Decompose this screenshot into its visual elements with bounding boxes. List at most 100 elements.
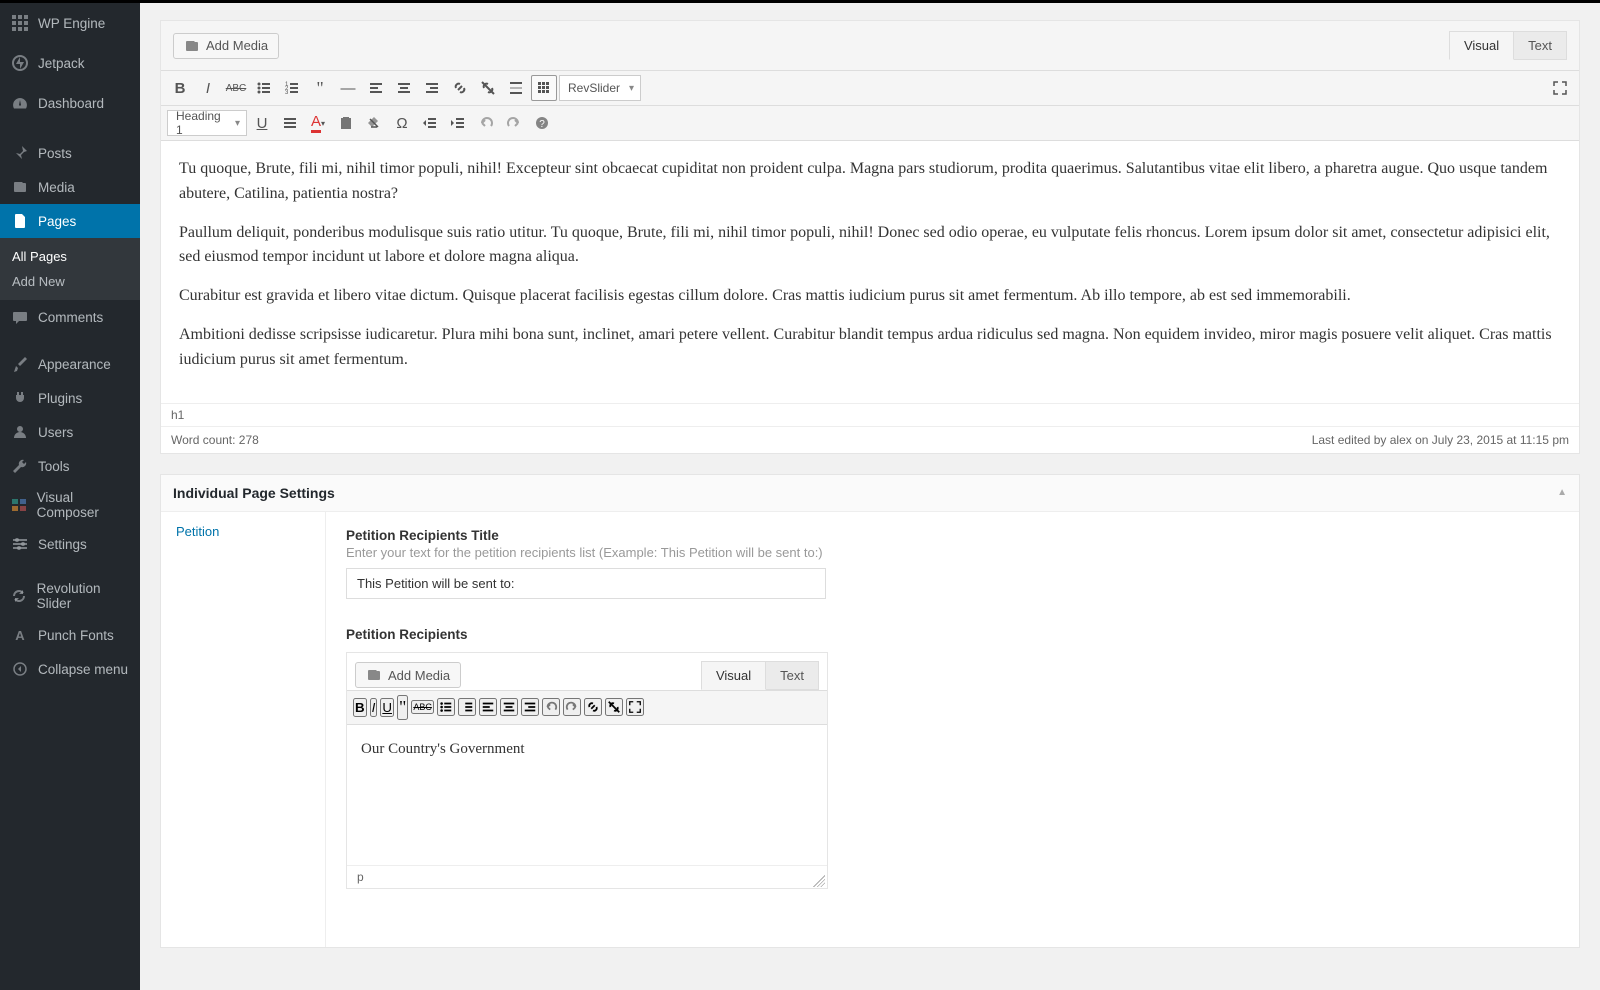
recipients-title-label: Petition Recipients Title bbox=[346, 528, 846, 543]
sidebar-label: Plugins bbox=[38, 391, 82, 406]
tab-visual[interactable]: Visual bbox=[1449, 31, 1514, 60]
mini-editor-text: Our Country's Government bbox=[361, 741, 525, 757]
editor-paragraph: Curabitur est gravida et libero vitae di… bbox=[179, 284, 1561, 309]
sidebar-item-posts[interactable]: Posts bbox=[0, 136, 140, 170]
underline-icon[interactable]: U bbox=[380, 698, 394, 717]
ol-icon[interactable]: 123 bbox=[279, 75, 305, 101]
tab-text[interactable]: Text bbox=[766, 661, 819, 690]
align-justify-icon[interactable] bbox=[277, 110, 303, 136]
sidebar-item-plugins[interactable]: Plugins bbox=[0, 381, 140, 415]
strike-icon[interactable]: ABC bbox=[411, 700, 434, 714]
postbox-header[interactable]: Individual Page Settings ▲ bbox=[161, 475, 1579, 512]
mini-editor-content[interactable]: Our Country's Government bbox=[347, 725, 827, 865]
indent-icon[interactable] bbox=[445, 110, 471, 136]
add-media-button[interactable]: Add Media bbox=[355, 662, 461, 688]
align-center-icon[interactable] bbox=[500, 698, 518, 716]
sidebar-item-comments[interactable]: Comments bbox=[0, 300, 140, 334]
redo-icon[interactable] bbox=[501, 110, 527, 136]
align-left-icon[interactable] bbox=[363, 75, 389, 101]
align-right-icon[interactable] bbox=[419, 75, 445, 101]
mini-editor-path[interactable]: p bbox=[347, 865, 827, 888]
editor-toolbar-row1: B I ABC 123 " — RevSlider bbox=[161, 71, 1579, 106]
ul-icon[interactable] bbox=[437, 698, 455, 716]
media-icon bbox=[10, 177, 30, 197]
editor-toolbar-row2: Heading 1 U A ▾ Ω ? bbox=[161, 106, 1579, 141]
recipients-title-input[interactable] bbox=[346, 568, 826, 599]
strike-icon[interactable]: ABC bbox=[223, 75, 249, 101]
sidebar-item-pages[interactable]: Pages bbox=[0, 204, 140, 238]
sidebar-item-wpengine[interactable]: WP Engine bbox=[0, 3, 140, 43]
admin-sidebar: WP Engine Jetpack Dashboard Posts Media … bbox=[0, 0, 140, 990]
kitchen-sink-icon[interactable] bbox=[531, 75, 557, 101]
link-icon[interactable] bbox=[447, 75, 473, 101]
sidebar-item-appearance[interactable]: Appearance bbox=[0, 347, 140, 381]
quote-icon[interactable]: " bbox=[397, 695, 408, 720]
italic-icon[interactable]: I bbox=[195, 75, 221, 101]
sidebar-label: Pages bbox=[38, 214, 76, 229]
fullscreen-icon[interactable] bbox=[626, 698, 644, 716]
sidebar-item-visual-composer[interactable]: Visual Composer bbox=[0, 483, 140, 527]
resize-handle[interactable] bbox=[813, 875, 825, 887]
submenu-all-pages[interactable]: All Pages bbox=[0, 244, 140, 269]
recipients-label: Petition Recipients bbox=[346, 627, 846, 642]
quote-icon[interactable]: " bbox=[307, 75, 333, 101]
individual-page-settings-box: Individual Page Settings ▲ Petition Peti… bbox=[160, 474, 1580, 948]
sidebar-item-collapse[interactable]: Collapse menu bbox=[0, 652, 140, 686]
postbox-title: Individual Page Settings bbox=[173, 485, 335, 501]
align-left-icon[interactable] bbox=[479, 698, 497, 716]
link-icon[interactable] bbox=[584, 698, 602, 716]
sidebar-item-jetpack[interactable]: Jetpack bbox=[0, 43, 140, 83]
clear-format-icon[interactable] bbox=[361, 110, 387, 136]
align-center-icon[interactable] bbox=[391, 75, 417, 101]
sidebar-label: Appearance bbox=[38, 357, 111, 372]
sidebar-label: WP Engine bbox=[38, 16, 105, 31]
revslider-dropdown[interactable]: RevSlider bbox=[559, 75, 641, 101]
undo-icon[interactable] bbox=[473, 110, 499, 136]
redo-icon[interactable] bbox=[563, 698, 581, 716]
settings-nav-petition[interactable]: Petition bbox=[161, 512, 325, 551]
textcolor-icon[interactable]: A ▾ bbox=[305, 110, 331, 136]
bold-icon[interactable]: B bbox=[353, 698, 367, 717]
sidebar-item-tools[interactable]: Tools bbox=[0, 449, 140, 483]
undo-icon[interactable] bbox=[542, 698, 560, 716]
hr-icon[interactable]: — bbox=[335, 75, 361, 101]
help-icon[interactable]: ? bbox=[529, 110, 555, 136]
underline-icon[interactable]: U bbox=[249, 110, 275, 136]
unlink-icon[interactable] bbox=[475, 75, 501, 101]
heading-dropdown[interactable]: Heading 1 bbox=[167, 110, 247, 136]
unlink-icon[interactable] bbox=[605, 698, 623, 716]
ul-icon[interactable] bbox=[251, 75, 277, 101]
settings-nav: Petition bbox=[161, 512, 326, 947]
letter-a-icon: A bbox=[10, 625, 30, 645]
outdent-icon[interactable] bbox=[417, 110, 443, 136]
sidebar-item-dashboard[interactable]: Dashboard bbox=[0, 83, 140, 123]
align-right-icon[interactable] bbox=[521, 698, 539, 716]
comment-icon bbox=[10, 307, 30, 327]
add-media-button[interactable]: Add Media bbox=[173, 33, 279, 59]
tab-visual[interactable]: Visual bbox=[701, 661, 766, 690]
sidebar-item-users[interactable]: Users bbox=[0, 415, 140, 449]
special-char-icon[interactable]: Ω bbox=[389, 110, 415, 136]
submenu-add-new[interactable]: Add New bbox=[0, 269, 140, 294]
ol-icon[interactable] bbox=[458, 698, 476, 716]
editor-content[interactable]: Tu quoque, Brute, fili mi, nihil timor p… bbox=[161, 141, 1579, 403]
sidebar-item-revolution-slider[interactable]: Revolution Slider bbox=[0, 574, 140, 618]
editor-element-path[interactable]: h1 bbox=[161, 403, 1579, 426]
collapse-icon bbox=[10, 659, 30, 679]
fullscreen-icon[interactable] bbox=[1547, 75, 1573, 101]
mini-editor-toolbar: B I U " ABC bbox=[347, 690, 827, 725]
bold-icon[interactable]: B bbox=[167, 75, 193, 101]
sidebar-label: Comments bbox=[38, 310, 103, 325]
sidebar-item-settings[interactable]: Settings bbox=[0, 527, 140, 561]
media-icon bbox=[366, 667, 382, 683]
italic-icon[interactable]: I bbox=[370, 698, 378, 717]
sidebar-label: Posts bbox=[38, 146, 72, 161]
collapse-icon[interactable]: ▲ bbox=[1557, 487, 1567, 498]
insert-more-icon[interactable] bbox=[503, 75, 529, 101]
pages-icon bbox=[10, 211, 30, 231]
recipients-editor: Add Media Visual Text B I U bbox=[346, 652, 828, 889]
sidebar-item-media[interactable]: Media bbox=[0, 170, 140, 204]
paste-icon[interactable] bbox=[333, 110, 359, 136]
tab-text[interactable]: Text bbox=[1514, 31, 1567, 60]
sidebar-item-punch-fonts[interactable]: A Punch Fonts bbox=[0, 618, 140, 652]
